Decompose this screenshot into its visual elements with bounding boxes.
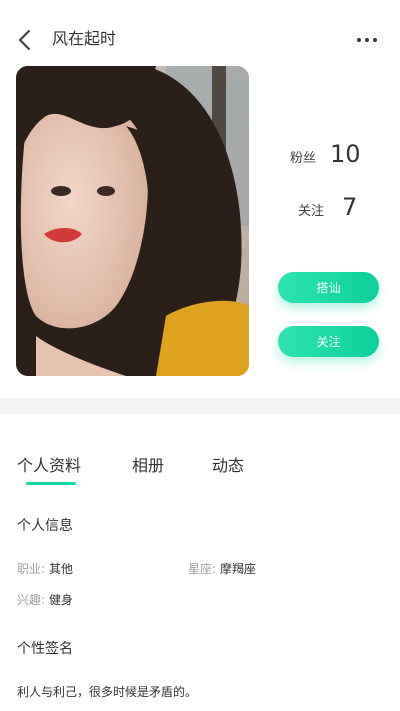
- tab-profile[interactable]: 个人资料: [17, 452, 81, 476]
- follow-button[interactable]: 关注: [278, 326, 379, 357]
- following-count: 7: [342, 193, 358, 221]
- fans-count: 10: [330, 140, 361, 168]
- tab-album[interactable]: 相册: [132, 452, 164, 476]
- job-label: 职业:: [17, 562, 46, 576]
- hobby-label: 兴趣:: [17, 593, 46, 607]
- fans-label: 粉丝: [290, 151, 317, 166]
- profile-tabs: 个人资料 相册 动态: [0, 448, 400, 488]
- signature-text: 利人与利己，很多时候是矛盾的。: [17, 685, 198, 699]
- job-value: 其他: [49, 562, 74, 576]
- more-horizontal-icon: [357, 38, 361, 42]
- tab-feed[interactable]: 动态: [212, 452, 244, 476]
- following-label: 关注: [298, 204, 325, 219]
- zodiac-field: 星座: 摩羯座: [188, 560, 256, 577]
- following-stat[interactable]: 关注 7: [298, 193, 357, 221]
- hobby-field: 兴趣: 健身: [17, 591, 73, 608]
- chevron-left-icon: [18, 29, 31, 51]
- back-button[interactable]: [10, 25, 40, 55]
- zodiac-value: 摩羯座: [220, 562, 257, 576]
- page-title: 风在起时: [52, 29, 117, 48]
- profile-photo-image: [16, 66, 249, 376]
- personal-info-title: 个人信息: [17, 518, 73, 534]
- job-field: 职业: 其他: [17, 560, 73, 577]
- profile-photo[interactable]: [16, 66, 249, 376]
- signature-title: 个性签名: [17, 641, 73, 657]
- active-tab-indicator: [26, 482, 76, 485]
- more-dot: [365, 38, 369, 42]
- more-button[interactable]: [352, 30, 382, 50]
- hobby-value: 健身: [49, 593, 74, 607]
- zodiac-label: 星座:: [188, 562, 217, 576]
- fans-stat[interactable]: 粉丝 10: [290, 140, 361, 168]
- chat-button[interactable]: 搭讪: [278, 272, 379, 303]
- top-bar: 风在起时: [0, 0, 400, 70]
- section-divider: [0, 398, 400, 414]
- more-dot: [373, 38, 377, 42]
